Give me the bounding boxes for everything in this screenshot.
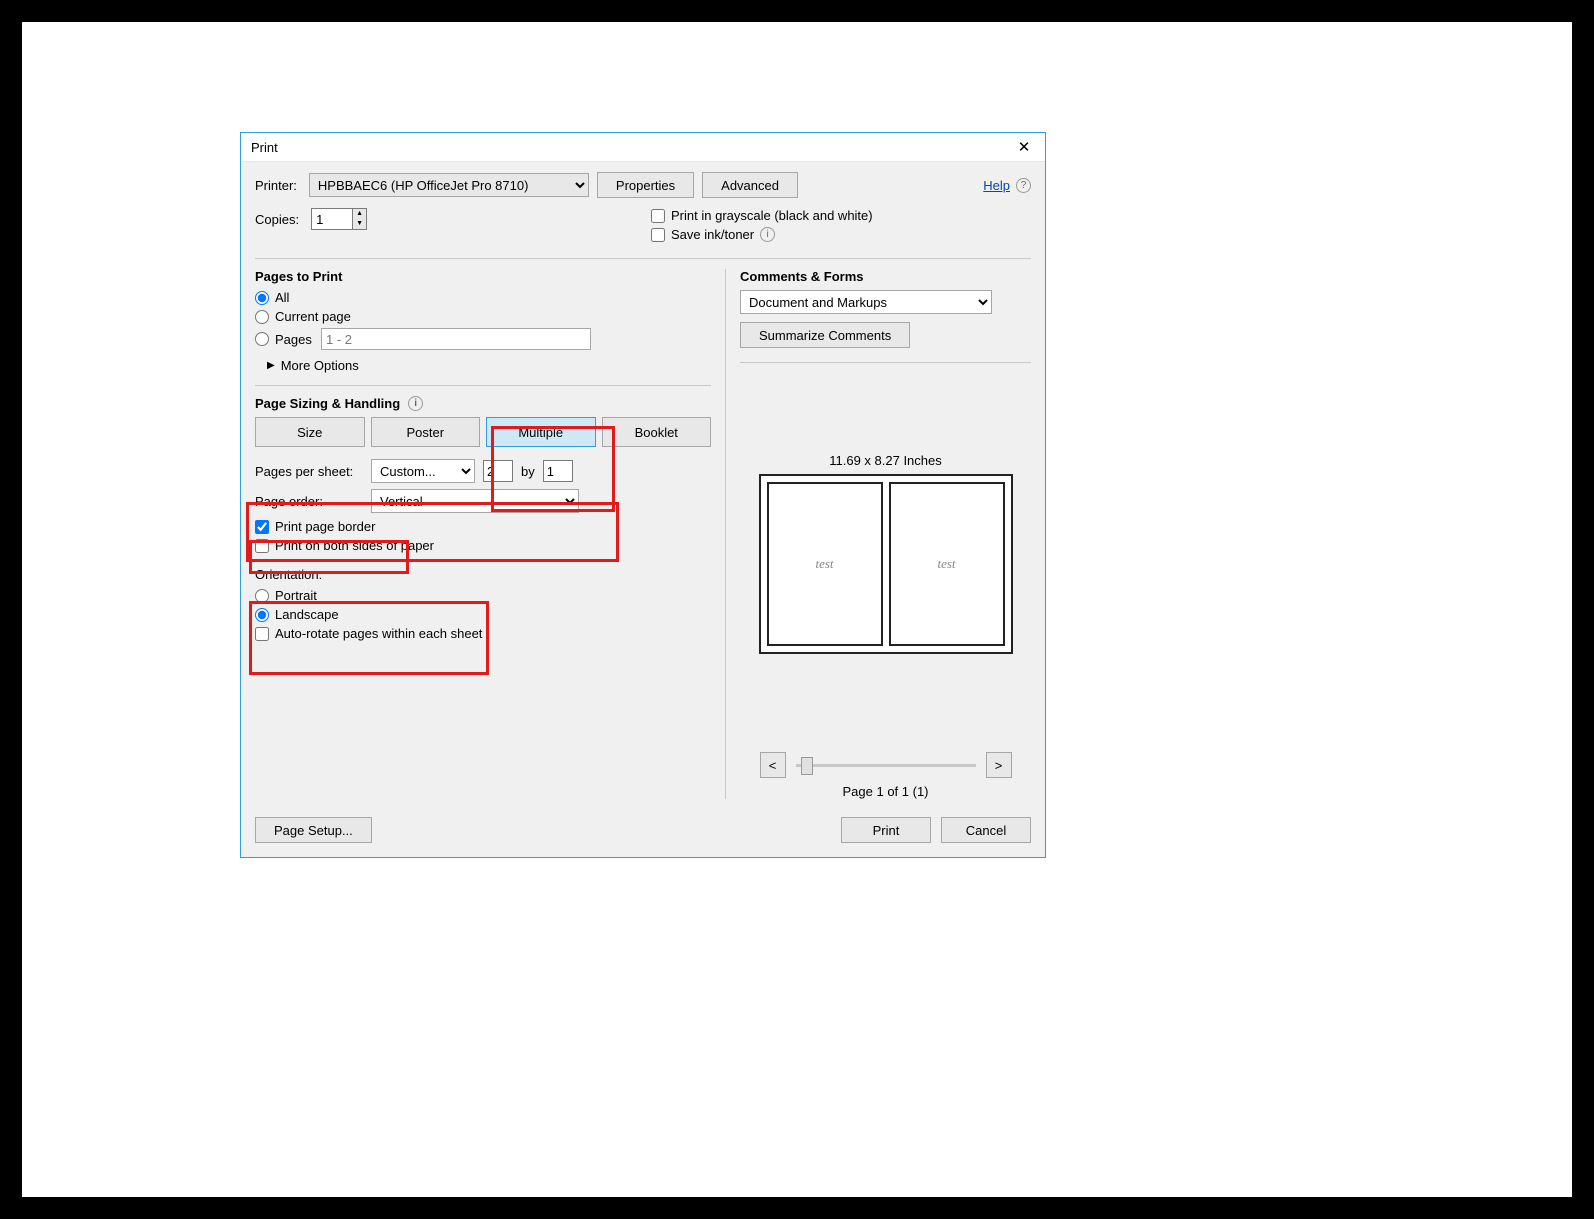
current-page-label: Current page <box>275 309 351 324</box>
spin-down-icon[interactable]: ▼ <box>353 219 366 229</box>
pages-to-print-heading: Pages to Print <box>255 269 711 284</box>
pages-label: Pages <box>275 332 315 347</box>
page-order-select[interactable]: Vertical <box>371 489 579 513</box>
copies-input[interactable] <box>312 209 352 229</box>
copies-spinner[interactable]: ▲ ▼ <box>311 208 367 230</box>
help-info-icon[interactable]: ? <box>1016 178 1031 193</box>
advanced-button[interactable]: Advanced <box>702 172 798 198</box>
print-border-label: Print page border <box>275 519 375 534</box>
tab-size[interactable]: Size <box>255 417 365 447</box>
pages-radio[interactable] <box>255 332 269 346</box>
print-dialog: Print ✕ Printer: HPBBAEC6 (HP OfficeJet … <box>240 132 1046 858</box>
tab-booklet[interactable]: Booklet <box>602 417 712 447</box>
page-count: Page 1 of 1 (1) <box>740 784 1031 799</box>
preview-page-1: test <box>767 482 883 646</box>
page-setup-button[interactable]: Page Setup... <box>255 817 372 843</box>
pps-mode-select[interactable]: Custom... <box>371 459 475 483</box>
both-sides-label: Print on both sides of paper <box>275 538 434 553</box>
save-ink-info-icon[interactable]: i <box>760 227 775 242</box>
tab-multiple[interactable]: Multiple <box>486 417 596 447</box>
triangle-right-icon: ▶ <box>267 360 275 371</box>
pps-by-label: by <box>521 464 535 479</box>
portrait-radio[interactable] <box>255 589 269 603</box>
spin-up-icon[interactable]: ▲ <box>353 209 366 219</box>
save-ink-checkbox[interactable] <box>651 228 665 242</box>
close-icon[interactable]: ✕ <box>1011 138 1037 156</box>
print-button[interactable]: Print <box>841 817 931 843</box>
save-ink-label: Save ink/toner <box>671 227 754 242</box>
dialog-title: Print <box>251 140 278 155</box>
orientation-heading: Orientation: <box>255 567 711 582</box>
copies-label: Copies: <box>255 212 299 227</box>
both-sides-checkbox[interactable] <box>255 539 269 553</box>
autorotate-checkbox[interactable] <box>255 627 269 641</box>
pps-y-input[interactable] <box>543 460 573 482</box>
current-page-radio[interactable] <box>255 310 269 324</box>
properties-button[interactable]: Properties <box>597 172 694 198</box>
portrait-label: Portrait <box>275 588 317 603</box>
print-border-checkbox[interactable] <box>255 520 269 534</box>
landscape-label: Landscape <box>275 607 339 622</box>
comments-select[interactable]: Document and Markups <box>740 290 992 314</box>
more-options-label: More Options <box>281 358 359 373</box>
titlebar: Print ✕ <box>241 133 1045 162</box>
comments-heading: Comments & Forms <box>740 269 1031 284</box>
grayscale-label: Print in grayscale (black and white) <box>671 208 873 223</box>
pps-x-input[interactable] <box>483 460 513 482</box>
cancel-button[interactable]: Cancel <box>941 817 1031 843</box>
slider-thumb[interactable] <box>801 757 813 775</box>
sizing-info-icon[interactable]: i <box>408 396 423 411</box>
sizing-heading: Page Sizing & Handling <box>255 396 400 411</box>
prev-page-button[interactable]: < <box>760 752 786 778</box>
preview-dimensions: 11.69 x 8.27 Inches <box>740 453 1031 468</box>
autorotate-label: Auto-rotate pages within each sheet <box>275 626 482 641</box>
all-radio[interactable] <box>255 291 269 305</box>
printer-select[interactable]: HPBBAEC6 (HP OfficeJet Pro 8710) <box>309 173 589 197</box>
page-slider[interactable] <box>796 764 976 767</box>
grayscale-checkbox[interactable] <box>651 209 665 223</box>
page-order-label: Page order: <box>255 494 363 509</box>
preview-box: test test <box>759 474 1013 654</box>
all-label: All <box>275 290 289 305</box>
tab-poster[interactable]: Poster <box>371 417 481 447</box>
landscape-radio[interactable] <box>255 608 269 622</box>
more-options-toggle[interactable]: ▶ More Options <box>267 358 711 373</box>
printer-label: Printer: <box>255 178 297 193</box>
pages-per-sheet-label: Pages per sheet: <box>255 464 363 479</box>
help-link[interactable]: Help <box>983 178 1010 193</box>
summarize-comments-button[interactable]: Summarize Comments <box>740 322 910 348</box>
preview-page-2: test <box>889 482 1005 646</box>
pages-range-input[interactable] <box>321 328 591 350</box>
next-page-button[interactable]: > <box>986 752 1012 778</box>
